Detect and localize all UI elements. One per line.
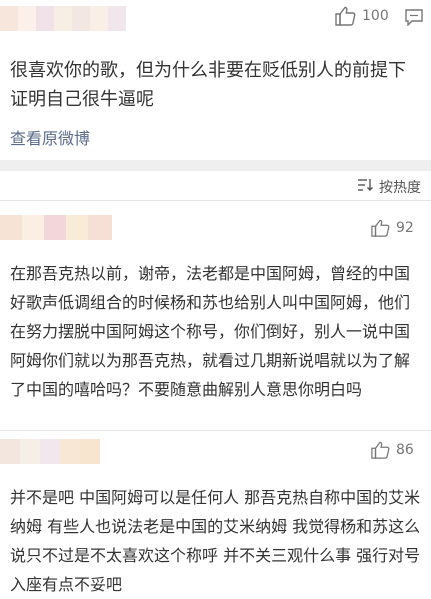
sort-label: 按热度 [379,180,421,196]
sort-hot-button[interactable]: 按热度 [357,177,421,197]
comment-text: 在那吾克热以前，谢帝，法老都是中国阿姆，曾经的中国好歌声低调组合的时候杨和苏也给… [10,264,411,399]
sort-bar: 按热度 [0,171,431,200]
like-button[interactable]: 86 [370,441,414,459]
comment-item: 86 并不是吧 中国阿姆可以是任何人 那吾克热自称中国的艾米纳姆 有些人也说法老… [0,431,431,594]
like-button[interactable]: 100 [334,6,389,26]
thumb-up-icon [334,6,356,26]
blurred-username [0,215,112,240]
comment-text: 并不是吧 中国阿姆可以是任何人 那吾克热自称中国的艾米纳姆 有些人也说法老是中国… [10,488,421,594]
blurred-username [0,6,126,31]
like-count: 92 [396,220,414,236]
original-post: 100 很喜欢你的歌，但为什么非要在贬低别人的前提下证明自己很牛逼呢 查看原微博 [0,0,431,160]
thumb-up-icon [370,219,390,237]
like-count: 100 [362,8,389,24]
like-button[interactable]: 92 [370,219,414,237]
blurred-username [0,439,100,464]
comment-item: 92 在那吾克热以前，谢帝，法老都是中国阿姆，曾经的中国好歌声低调组合的时候杨和… [0,201,431,430]
post-text: 很喜欢你的歌，但为什么非要在贬低别人的前提下证明自己很牛逼呢 [10,60,406,110]
comment-icon[interactable] [404,8,424,30]
thumb-up-icon [370,441,390,459]
like-count: 86 [396,442,414,458]
section-gap [0,160,431,171]
view-original-link[interactable]: 查看原微博 [10,125,90,149]
sort-icon [357,178,373,196]
